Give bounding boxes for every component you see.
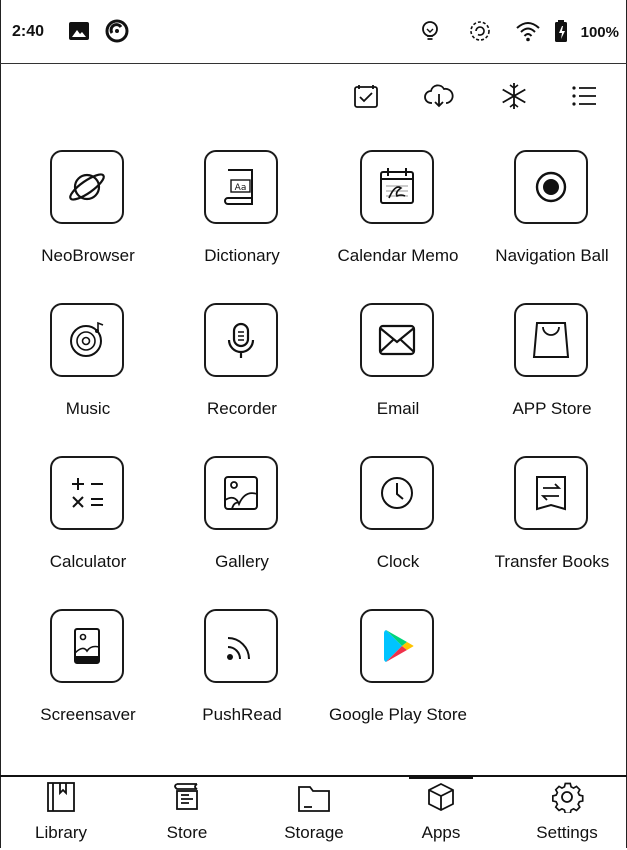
- bottom-navigation: Library Store Storage Apps Settings: [0, 775, 627, 848]
- app-navigation-ball[interactable]: Navigation Ball: [472, 150, 627, 290]
- app-icon-frame: Aa: [204, 150, 278, 224]
- planet-icon: [69, 173, 105, 201]
- app-clock[interactable]: Clock: [318, 456, 478, 596]
- app-icon-frame: [204, 303, 278, 377]
- nav-item-storage[interactable]: Storage: [264, 777, 364, 850]
- app-label: Google Play Store: [329, 705, 467, 724]
- nav-item-store[interactable]: Store: [137, 777, 237, 850]
- checklist-icon[interactable]: [350, 80, 382, 112]
- transfer-books-icon: [536, 476, 566, 511]
- battery-icon: [555, 20, 567, 42]
- app-screensaver[interactable]: Screensaver: [8, 609, 168, 749]
- app-icon-frame: [204, 456, 278, 530]
- app-icon-frame: [50, 456, 124, 530]
- microphone-icon: [227, 322, 255, 358]
- refresh-icon: [470, 21, 490, 41]
- app-icon-frame: [204, 609, 278, 683]
- app-icon-frame: [360, 456, 434, 530]
- app-icon-frame: [360, 150, 434, 224]
- app-label: Gallery: [215, 552, 269, 571]
- app-icon-frame: [514, 303, 588, 377]
- library-icon: [47, 782, 75, 812]
- app-label: Calculator: [49, 552, 127, 571]
- play-store-icon: [384, 630, 414, 662]
- image-icon: [69, 22, 89, 40]
- app-icon-frame: [514, 456, 588, 530]
- app-icon-frame: [50, 609, 124, 683]
- app-neobrowser[interactable]: NeoBrowser: [8, 150, 168, 290]
- app-google-play-store[interactable]: Google Play Store: [318, 609, 478, 749]
- app-label: Music: [65, 399, 111, 418]
- app-recorder[interactable]: Recorder: [162, 303, 322, 443]
- svg-text:Aa: Aa: [235, 183, 247, 193]
- active-tab-indicator: [409, 775, 473, 779]
- app-calculator[interactable]: Calculator: [8, 456, 168, 596]
- envelope-icon: [378, 324, 416, 356]
- bulb-icon: [422, 21, 438, 40]
- clock-icon: [381, 477, 413, 509]
- app-transfer-books[interactable]: Transfer Books: [472, 456, 627, 596]
- wifi-icon: [516, 22, 540, 42]
- nav-label: Library: [35, 823, 87, 842]
- app-label: Recorder: [207, 399, 277, 418]
- app-label: APP Store: [512, 399, 592, 418]
- status-bar: 2:40 100%: [0, 0, 627, 64]
- nav-label: Settings: [536, 823, 598, 842]
- nav-label: Storage: [284, 823, 344, 842]
- app-dictionary[interactable]: Aa Dictionary: [162, 150, 322, 290]
- gallery-icon: [224, 476, 258, 510]
- app-label: Email: [376, 399, 420, 418]
- app-label: Navigation Ball: [495, 246, 609, 265]
- app-pushread[interactable]: PushRead: [162, 609, 322, 749]
- list-menu-icon[interactable]: [568, 80, 600, 112]
- app-calendar-memo[interactable]: Calendar Memo: [318, 150, 478, 290]
- cloud-download-icon[interactable]: [423, 80, 455, 112]
- sync-badge-icon: [105, 19, 129, 43]
- app-music[interactable]: Music: [8, 303, 168, 443]
- app-icon-frame: [50, 303, 124, 377]
- nav-item-settings[interactable]: Settings: [517, 777, 617, 850]
- navigation-ball-icon: [535, 171, 567, 203]
- shopping-bag-icon: [532, 322, 570, 358]
- nav-label: Store: [166, 823, 208, 842]
- calculator-icon: [72, 478, 103, 508]
- app-label: Calendar Memo: [337, 246, 459, 265]
- app-label: Dictionary: [204, 246, 280, 265]
- battery-percentage: 100%: [580, 24, 619, 41]
- app-label: Clock: [376, 552, 420, 571]
- app-icon-frame: [360, 609, 434, 683]
- app-label: Screensaver: [40, 705, 136, 724]
- music-disc-icon: [70, 321, 104, 357]
- status-time: 2:40: [12, 23, 45, 40]
- cube-icon: [428, 782, 454, 812]
- store-icon: [174, 783, 198, 810]
- app-email[interactable]: Email: [318, 303, 478, 443]
- dictionary-icon: Aa: [224, 169, 253, 205]
- gear-icon: [551, 782, 584, 813]
- app-label: NeoBrowser: [41, 246, 135, 265]
- app-app-store[interactable]: APP Store: [472, 303, 627, 443]
- nav-label: Apps: [421, 823, 461, 842]
- calendar-memo-icon: [380, 168, 414, 204]
- screensaver-icon: [74, 628, 100, 664]
- folder-icon: [298, 786, 330, 812]
- snowflake-icon[interactable]: [498, 80, 530, 112]
- nav-item-library[interactable]: Library: [11, 777, 111, 850]
- app-icon-frame: [514, 150, 588, 224]
- app-icon-frame: [50, 150, 124, 224]
- app-icon-frame: [360, 303, 434, 377]
- nav-item-apps[interactable]: Apps: [391, 775, 491, 850]
- app-gallery[interactable]: Gallery: [162, 456, 322, 596]
- app-label: PushRead: [202, 705, 282, 724]
- rss-icon: [227, 637, 250, 660]
- app-label: Transfer Books: [494, 552, 610, 571]
